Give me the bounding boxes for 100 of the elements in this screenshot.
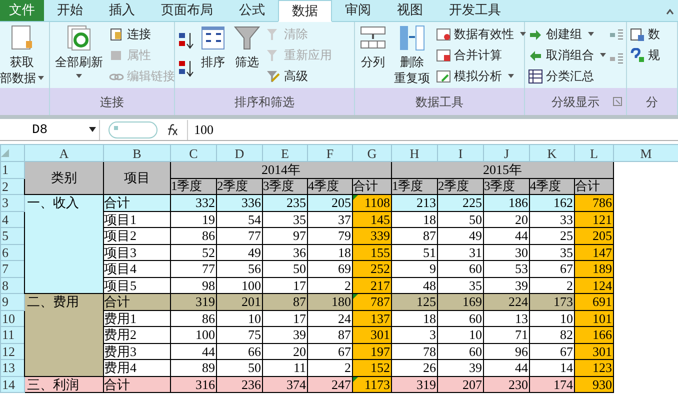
table-cell: 207 — [438, 376, 484, 392]
column-header[interactable]: L — [574, 144, 614, 162]
table-cell: 87 — [262, 294, 308, 310]
ribbon-button[interactable]: 数 — [630, 25, 660, 43]
table-cell: 2015年 — [392, 162, 614, 178]
ribbon-button[interactable]: 模拟分析 — [436, 67, 526, 85]
column-header[interactable]: E — [262, 144, 308, 162]
ribbon-tab[interactable]: 开发工具 — [436, 0, 514, 21]
row-header[interactable]: 6 — [0, 244, 24, 260]
table-cell: 236 — [216, 376, 262, 392]
ribbon-button[interactable]: 分类汇总 — [528, 67, 606, 85]
table-cell: 125 — [392, 294, 438, 310]
ribbon-button[interactable]: 获取 部数据 — [0, 25, 46, 86]
table-cell: 49 — [216, 244, 262, 260]
table-cell: 180 — [308, 294, 352, 310]
group-label: 排序和筛选 — [234, 94, 294, 110]
outline-icon[interactable] — [610, 53, 624, 65]
ribbon-tab[interactable]: 数据 — [278, 0, 332, 22]
row-header[interactable]: 5 — [0, 228, 24, 244]
table-cell: 230 — [484, 376, 530, 392]
formula-field[interactable]: 100 — [187, 120, 678, 140]
row-header[interactable]: 7 — [0, 260, 24, 277]
column-header[interactable]: G — [352, 144, 392, 162]
row-header[interactable]: 9 — [0, 294, 24, 310]
ribbon-button[interactable]: 筛选 — [232, 25, 262, 70]
ribbon-button[interactable]: 删除 重复项 — [392, 25, 432, 86]
outline-icon[interactable] — [610, 29, 624, 41]
table-cell: 78 — [392, 343, 438, 360]
column-header[interactable]: D — [216, 144, 262, 162]
row-header[interactable]: 11 — [0, 326, 24, 343]
table-cell: 3季度 — [484, 178, 530, 194]
table-cell: 44 — [484, 228, 530, 244]
table-cell: 101 — [574, 310, 614, 326]
ribbon-button[interactable]: 分列 — [358, 25, 388, 70]
column-header[interactable]: C — [170, 144, 216, 162]
table-cell: 75 — [216, 326, 262, 343]
column-header[interactable]: M — [614, 144, 678, 162]
ribbon-button[interactable]: 连接 — [109, 25, 175, 43]
column-header[interactable]: K — [530, 144, 574, 162]
table-cell: 201 — [216, 294, 262, 310]
row-header[interactable]: 14 — [0, 376, 24, 392]
sort-ascending-icon[interactable] — [178, 31, 194, 49]
table-cell: 71 — [484, 326, 530, 343]
row-header[interactable]: 2 — [0, 178, 24, 194]
table-cell: 30 — [484, 244, 530, 260]
table-cell: 50 — [262, 260, 308, 277]
table-cell: 3 — [392, 326, 438, 343]
ribbon-tab[interactable]: 插入 — [96, 0, 148, 21]
ribbon-button[interactable]: 取消组合 — [528, 46, 606, 64]
name-box[interactable]: D8 — [0, 120, 100, 140]
row-header[interactable]: 3 — [0, 194, 24, 211]
row-header[interactable]: 12 — [0, 343, 24, 360]
ribbon-tab[interactable]: 审阅 — [332, 0, 384, 21]
ribbon-button[interactable]: 合并计算 — [436, 46, 526, 64]
table-cell: 213 — [392, 194, 438, 211]
table-cell: 787 — [352, 294, 392, 310]
table-cell: 合计 — [104, 194, 170, 211]
table-cell: 166 — [574, 326, 614, 343]
column-header[interactable]: F — [308, 144, 352, 162]
caret-icon[interactable] — [89, 127, 96, 132]
table-cell: 2014年 — [170, 162, 392, 178]
chevron-up-icon[interactable] — [666, 9, 674, 15]
row-header[interactable]: 13 — [0, 360, 24, 376]
group-label: 分 — [646, 94, 658, 110]
table-cell: 96 — [484, 343, 530, 360]
ribbon-button[interactable]: 创建组 — [528, 25, 606, 43]
ribbon-tab[interactable]: 公式 — [226, 0, 278, 21]
ribbon-tab[interactable]: 开始 — [44, 0, 96, 21]
table-cell: 54 — [216, 211, 262, 228]
table-cell: 18 — [392, 310, 438, 326]
table-cell: 60 — [438, 310, 484, 326]
column-header[interactable]: B — [104, 144, 170, 162]
column-header[interactable]: I — [438, 144, 484, 162]
column-header[interactable]: A — [24, 144, 104, 162]
ribbon-button[interactable]: 排序 — [198, 25, 228, 70]
ribbon-button[interactable]: 高级 — [266, 67, 332, 85]
row-header[interactable]: 10 — [0, 310, 24, 326]
table-cell: 44 — [170, 343, 216, 360]
ribbon-button[interactable]: 数据有效性 — [436, 25, 526, 43]
table-cell: 20 — [262, 343, 308, 360]
column-header[interactable]: J — [484, 144, 530, 162]
ribbon-button[interactable]: 规 — [630, 46, 660, 64]
sort-icon — [200, 25, 226, 51]
table-cell: 53 — [484, 260, 530, 277]
ribbon-tab[interactable]: 页面布局 — [148, 0, 226, 21]
row-header[interactable]: 4 — [0, 211, 24, 228]
row-header[interactable]: 8 — [0, 277, 24, 294]
table-cell: 费用4 — [104, 360, 170, 376]
table-cell: 10 — [438, 326, 484, 343]
row-header[interactable]: 1 — [0, 162, 24, 178]
ribbon-tab[interactable]: 视图 — [384, 0, 436, 21]
sort-descending-icon[interactable] — [178, 59, 194, 77]
column-header[interactable]: H — [392, 144, 438, 162]
table-cell: 合计 — [104, 376, 170, 392]
table-cell: 39 — [438, 360, 484, 376]
table-cell: 336 — [216, 194, 262, 211]
table-cell: 174 — [530, 376, 574, 392]
group-label: 连接 — [100, 94, 124, 110]
file-tab[interactable]: 文件 — [0, 0, 44, 21]
ribbon-button[interactable]: 全部刷新 — [53, 25, 105, 78]
